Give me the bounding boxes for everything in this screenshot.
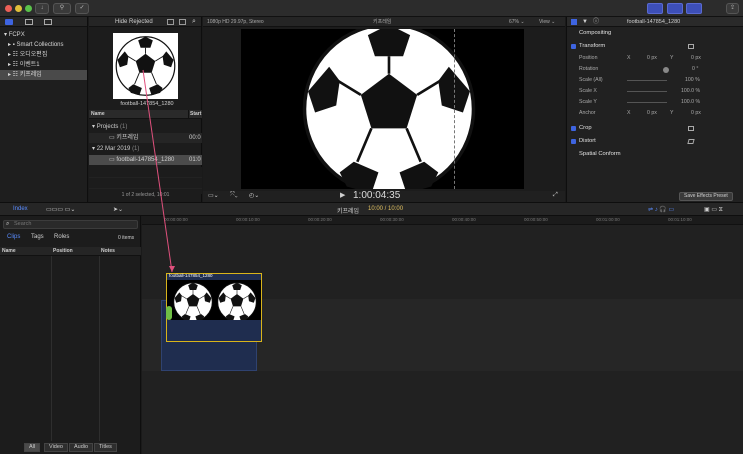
drag-link-line bbox=[142, 69, 175, 273]
